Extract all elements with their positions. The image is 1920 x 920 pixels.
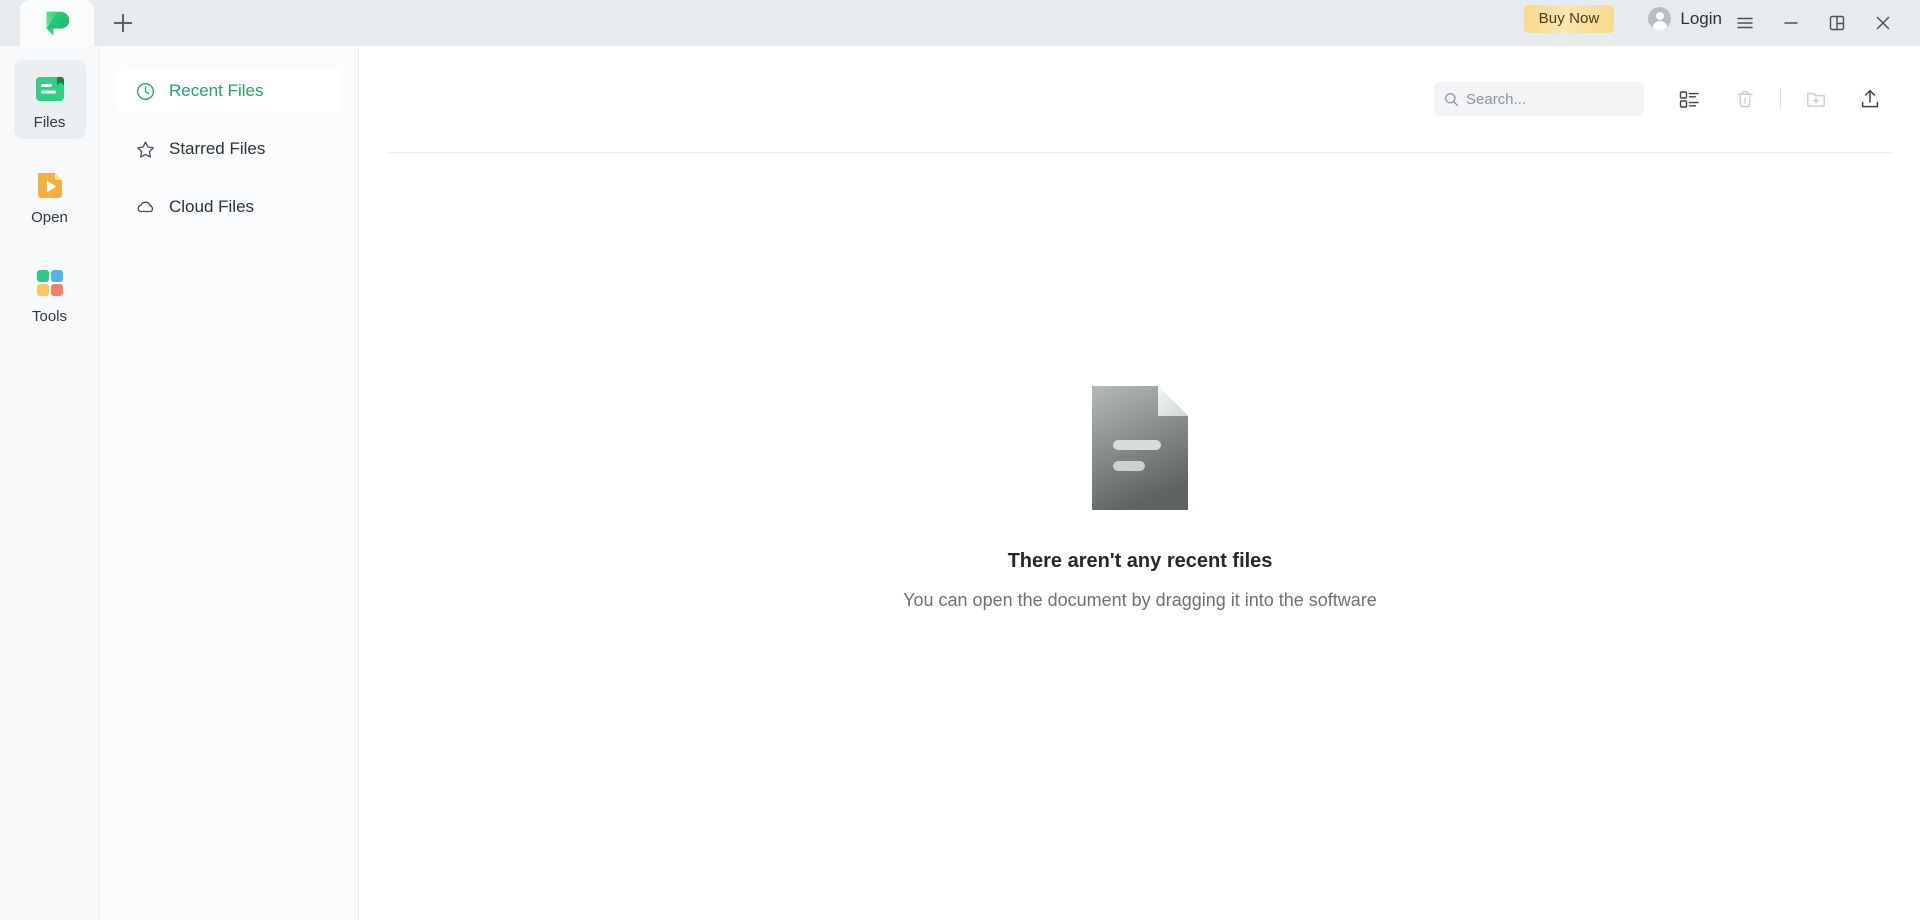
empty-state-title: There aren't any recent files [1007,550,1273,572]
main-content: There aren't any recent files You can op… [360,46,1920,920]
new-folder-button[interactable] [1793,79,1839,119]
nav-item-starred-files[interactable]: Starred Files [117,128,342,170]
nav-item-cloud-files[interactable]: Cloud Files [117,186,342,228]
open-play-icon [37,173,62,198]
hamburger-menu-icon [1737,17,1753,29]
buy-now-button[interactable]: Buy Now [1523,4,1615,33]
list-view-button[interactable] [1666,79,1712,119]
content-toolbar [360,46,1920,152]
new-tab-button[interactable] [94,0,152,46]
hamburger-menu-button[interactable] [1722,0,1768,46]
tools-grid-icon [36,270,63,296]
new-folder-icon [1807,92,1825,107]
minimize-icon [1784,22,1798,24]
empty-state-subtitle: You can open the document by dragging it… [903,590,1377,610]
nav-label-recent-files: Recent Files [169,81,264,100]
restore-window-button[interactable] [1814,0,1860,46]
rail-label-open: Open [31,209,68,226]
plus-icon [114,14,132,32]
document-placeholder-icon [1092,386,1188,510]
user-avatar-icon [1648,7,1672,30]
nav-label-cloud-files: Cloud Files [169,197,255,216]
search-icon [1445,92,1459,106]
delete-button[interactable] [1722,79,1768,119]
login-label: Login [1680,8,1722,28]
nav-item-recent-files[interactable]: Recent Files [117,70,342,112]
app-logo-icon [46,11,70,36]
toolbar-divider [1780,89,1781,109]
app-tab-active[interactable] [20,0,94,46]
titlebar-right-controls: Buy Now Login [1523,0,1920,46]
search-input[interactable] [1466,90,1626,108]
toolbar-bottom-divider [387,152,1893,153]
list-view-icon [1679,90,1699,108]
close-button[interactable] [1860,0,1906,46]
minimize-button[interactable] [1768,0,1814,46]
rail-label-files: Files [33,114,66,131]
rail-item-tools[interactable]: Tools [14,254,86,333]
clock-icon [137,82,154,100]
nav-panel: Recent Files Starred Files Cloud Files [101,46,359,920]
title-bar: Buy Now Login [0,0,1920,46]
rail-item-files[interactable]: Files [13,60,86,139]
upload-button[interactable] [1847,79,1893,119]
login-button[interactable]: Login [1648,7,1722,30]
nav-label-starred-files: Starred Files [169,139,266,158]
rail-item-open[interactable]: Open [14,155,86,234]
close-icon [1876,16,1890,30]
left-rail: Files Open Tools [0,46,100,920]
search-box[interactable] [1434,82,1644,116]
buy-now-label: Buy Now [1538,10,1600,27]
star-icon [137,140,154,158]
rail-label-tools: Tools [31,308,68,325]
upload-icon [1861,89,1879,108]
empty-state: There aren't any recent files You can op… [360,386,1920,611]
files-folder-icon [35,77,64,101]
restore-window-icon [1829,15,1845,31]
trash-icon [1737,90,1753,108]
cloud-icon [137,201,154,212]
